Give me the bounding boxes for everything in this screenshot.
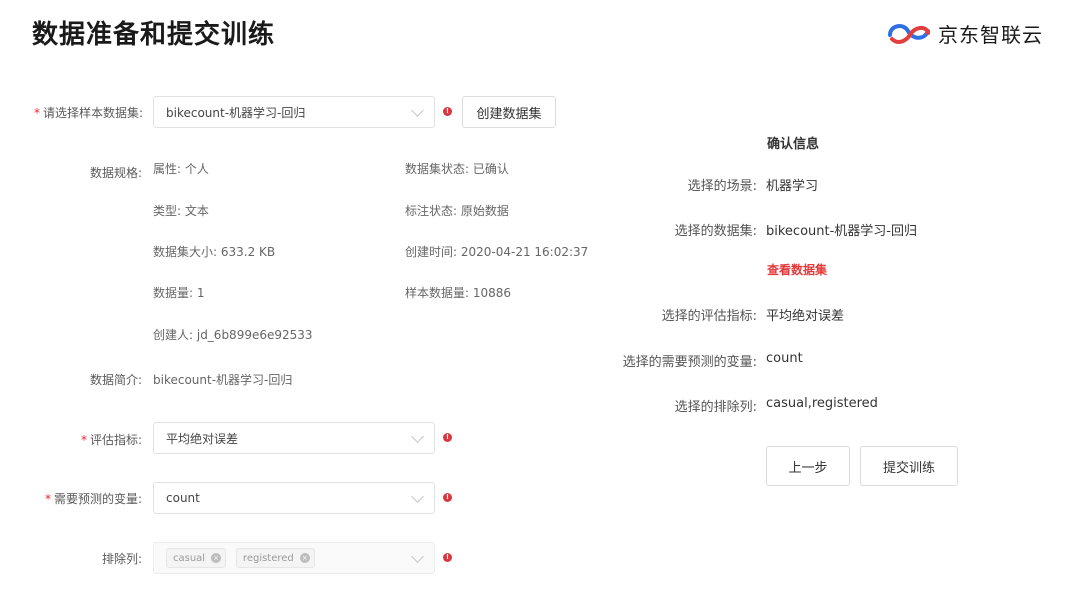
confirm-metric-value: 平均绝对误差 [766, 309, 845, 324]
view-dataset-link[interactable]: 查看数据集 [767, 261, 827, 278]
error-icon: ! [443, 493, 452, 502]
chevron-down-icon [411, 429, 424, 443]
error-icon: ! [443, 553, 452, 562]
confirm-metric-label: 选择的评估指标: [661, 309, 757, 324]
spec-label-status: 标注状态: 原始数据 [405, 204, 509, 218]
exclude-tag: registered × [235, 548, 315, 568]
target-select-value: count [166, 491, 200, 505]
close-icon[interactable]: × [211, 553, 222, 563]
spec-size: 数据集大小: 633.2 KB [153, 245, 276, 259]
target-select[interactable]: count [153, 482, 435, 514]
chevron-down-icon [411, 549, 424, 563]
metric-select[interactable]: 平均绝对误差 [153, 422, 435, 454]
confirm-dataset-value: bikecount-机器学习-回归 [766, 224, 917, 239]
confirm-exclude-label: 选择的排除列: [674, 400, 757, 415]
confirm-target-label: 选择的需要预测的变量: [622, 355, 757, 370]
intro-label: 数据简介: [89, 373, 142, 387]
dataset-select-value: bikecount-机器学习-回归 [166, 105, 306, 120]
brand: 京东智联云 [886, 16, 1043, 50]
jd-cloud-logo-icon [888, 24, 930, 44]
confirm-title: 确认信息 [767, 137, 820, 152]
metric-label: * 评估指标: [80, 433, 142, 447]
exclude-tag: casual × [166, 548, 227, 568]
intro-value: bikecount-机器学习-回归 [153, 373, 293, 387]
create-dataset-button[interactable]: 创建数据集 [462, 96, 556, 128]
error-icon: ! [443, 433, 452, 442]
submit-training-button[interactable]: 提交训练 [860, 446, 958, 486]
spec-count: 数据量: 1 [153, 286, 205, 300]
dataset-select[interactable]: bikecount-机器学习-回归 [153, 96, 435, 128]
spec-property: 属性: 个人 [153, 162, 209, 176]
brand-name: 京东智联云 [938, 22, 1043, 47]
spec-sample-count: 样本数据量: 10886 [405, 286, 512, 300]
page-title: 数据准备和提交训练 [32, 20, 276, 50]
chevron-down-icon [411, 489, 424, 503]
spec-dataset-status: 数据集状态: 已确认 [405, 162, 509, 176]
close-icon[interactable]: × [299, 553, 310, 563]
confirm-scene-value: 机器学习 [766, 179, 819, 194]
spec-creator: 创建人: jd_6b899e6e92533 [153, 328, 313, 342]
confirm-dataset-label: 选择的数据集: [674, 224, 757, 239]
confirm-scene-label: 选择的场景: [687, 179, 757, 194]
exclude-select[interactable]: casual × registered × [153, 542, 435, 574]
dataset-label: * 请选择样本数据集: [34, 106, 144, 120]
spec-created-time: 创建时间: 2020-04-21 16:02:37 [405, 245, 589, 259]
exclude-label: 排除列: [101, 552, 142, 566]
spec-label: 数据规格: [89, 166, 142, 180]
chevron-down-icon [411, 103, 424, 117]
error-icon: ! [443, 107, 452, 116]
confirm-target-value: count [766, 351, 803, 366]
exclude-tags: casual × registered × [166, 548, 413, 568]
confirm-exclude-value: casual,registered [766, 396, 878, 411]
spec-type: 类型: 文本 [153, 204, 209, 218]
prev-step-button[interactable]: 上一步 [766, 446, 850, 486]
metric-select-value: 平均绝对误差 [166, 431, 239, 446]
target-label: * 需要预测的变量: [44, 492, 142, 506]
